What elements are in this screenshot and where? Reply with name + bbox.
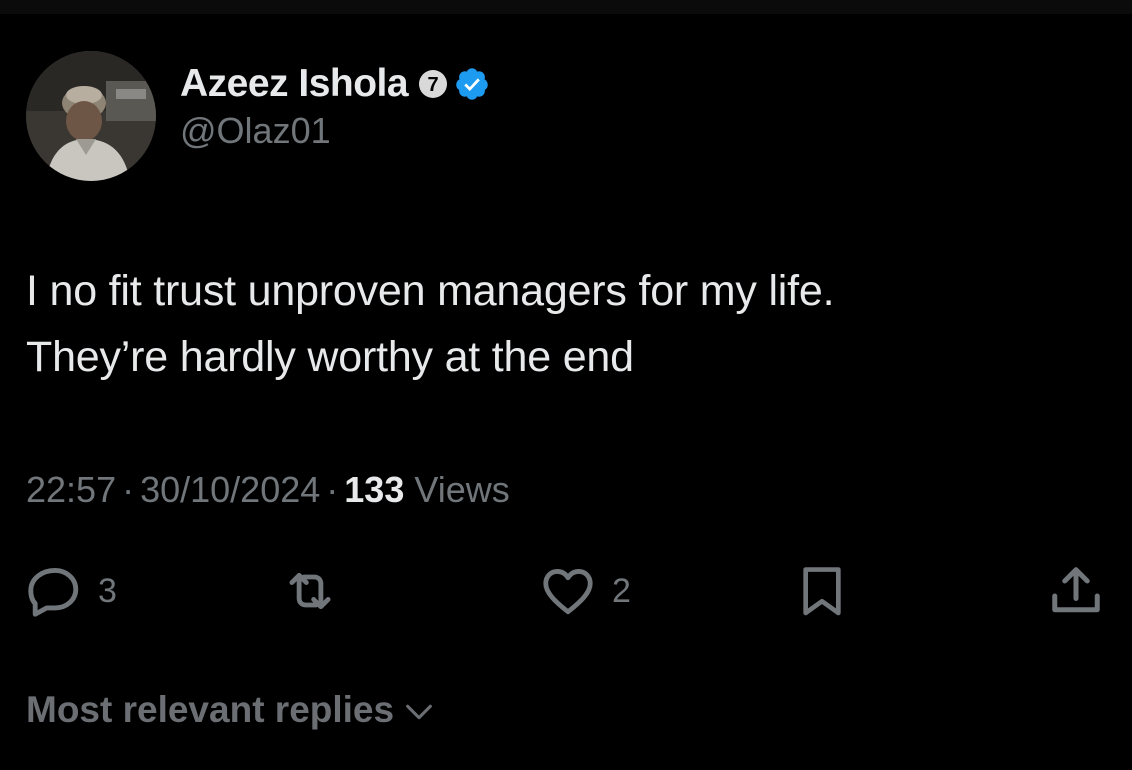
heart-icon	[543, 569, 593, 615]
author-handle[interactable]: @Olaz01	[180, 109, 490, 153]
action-bar: 3 2	[0, 558, 1132, 624]
tweet-text-line: They’re hardly worthy at the end	[26, 333, 634, 381]
repost-icon	[289, 572, 331, 610]
like-count: 2	[612, 571, 631, 610]
share-button[interactable]	[1046, 558, 1106, 624]
avatar[interactable]	[26, 51, 156, 181]
replies-sort-dropdown[interactable]: Most relevant replies	[26, 686, 436, 734]
name-row: Azeez Ishola 7	[180, 61, 490, 107]
views-label[interactable]: Views	[414, 469, 509, 510]
tweet-text: I no fit trust unproven managers for my …	[26, 258, 1106, 390]
avatar-image	[26, 51, 156, 181]
top-bar	[0, 0, 1132, 14]
number-badge-icon: 7	[418, 69, 448, 99]
like-button[interactable]: 2	[538, 558, 631, 624]
chevron-down-icon	[406, 704, 432, 720]
reply-icon	[28, 568, 79, 617]
badge-number: 7	[428, 74, 439, 96]
meta-separator: ·	[326, 469, 339, 510]
tweet-time[interactable]: 22:57	[26, 469, 116, 510]
repost-button[interactable]	[278, 558, 356, 624]
tweet-header: Azeez Ishola 7 @Olaz01	[26, 50, 490, 182]
bookmark-button[interactable]	[794, 558, 850, 624]
tweet-date[interactable]: 30/10/2024	[140, 469, 320, 510]
reply-button[interactable]: 3	[26, 558, 117, 624]
display-name[interactable]: Azeez Ishola	[180, 61, 409, 107]
views-count[interactable]: 133	[344, 469, 404, 510]
bookmark-icon	[803, 567, 841, 616]
tweet-text-line: I no fit trust unproven managers for my …	[26, 267, 835, 315]
tweet-meta: 22:57 · 30/10/2024 · 133 Views	[26, 466, 510, 514]
reply-count: 3	[98, 571, 117, 610]
author-info: Azeez Ishola 7 @Olaz01	[180, 61, 490, 153]
verified-badge-icon[interactable]	[454, 66, 490, 102]
share-icon	[1052, 567, 1100, 613]
replies-sort-label: Most relevant replies	[26, 689, 395, 730]
meta-separator: ·	[122, 469, 135, 510]
